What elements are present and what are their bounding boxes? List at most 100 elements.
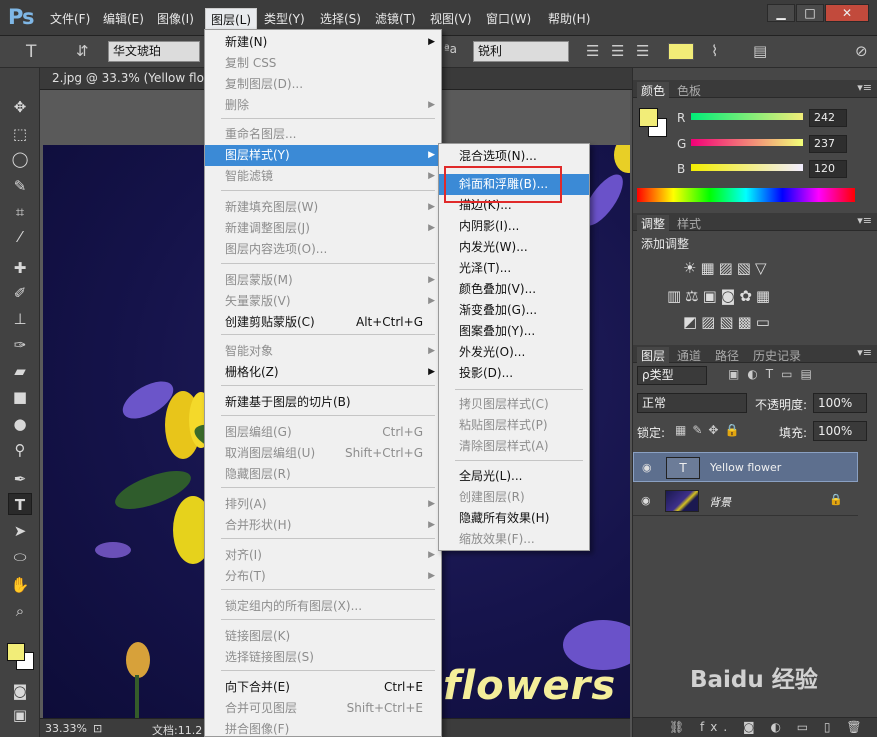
layer-menu-item-2[interactable]: 复制图层(D)... [205, 74, 441, 95]
tab-adjustments[interactable]: 调整 [637, 215, 670, 231]
align-center-icon[interactable]: ☰ [611, 42, 624, 60]
style-submenu-item-3[interactable]: 内阴影(I)... [439, 216, 589, 237]
style-submenu-item-11[interactable]: 拷贝图层样式(C) [439, 394, 589, 415]
healing-tool-icon[interactable]: ✚ [8, 257, 32, 279]
gradient-tool-icon[interactable]: ■ [8, 386, 32, 408]
tab-channels[interactable]: 通道 [673, 347, 705, 364]
text-orientation-icon[interactable]: ⇵ [76, 42, 89, 60]
layer-menu-item-8[interactable]: 新建调整图层(J) ▶ [205, 218, 441, 239]
quick-mask-icon[interactable]: ◙ [8, 680, 32, 702]
menu-edit[interactable]: 编辑(E) [98, 8, 149, 30]
layer-menu-item-21[interactable]: 对齐(I) ▶ [205, 545, 441, 566]
layer-menu-item-22[interactable]: 分布(T) ▶ [205, 566, 441, 587]
cancel-icon[interactable]: ⊘ [855, 42, 868, 60]
channel-b-slider[interactable] [691, 164, 803, 171]
text-color-swatch[interactable] [668, 43, 694, 60]
lasso-tool-icon[interactable]: ◯ [8, 148, 32, 170]
layer-menu-item-0[interactable]: 新建(N) ▶ [205, 32, 441, 53]
tab-paths[interactable]: 路径 [711, 347, 743, 364]
tab-history[interactable]: 历史记录 [749, 347, 805, 364]
blend-mode-select[interactable]: 正常 [637, 393, 747, 413]
layer-filter-select[interactable]: ρ类型 [637, 366, 707, 385]
layer-menu-item-11[interactable]: 矢量蒙版(V) ▶ [205, 291, 441, 312]
layer-menu-item-17[interactable]: 取消图层编组(U) Shift+Ctrl+G [205, 443, 441, 464]
menu-image[interactable]: 图像(I) [152, 8, 199, 30]
dodge-tool-icon[interactable]: ⚲ [8, 439, 32, 461]
layer-menu-item-28[interactable]: 拼合图像(F) [205, 719, 441, 737]
layer-menu-item-15[interactable]: 新建基于图层的切片(B) [205, 392, 441, 413]
style-submenu-item-8[interactable]: 图案叠加(Y)... [439, 321, 589, 342]
style-submenu-item-10[interactable]: 投影(D)... [439, 363, 589, 384]
export-icon[interactable]: ⊡ [93, 722, 102, 735]
style-submenu-item-15[interactable]: 创建图层(R) [439, 487, 589, 508]
layer-menu-item-12[interactable]: 创建剪贴蒙版(C) Alt+Ctrl+G [205, 312, 441, 333]
layers-footer-icons[interactable]: ⛓ fx. ◙ ◐ ▭ ▯ 🗑 [669, 720, 868, 734]
style-submenu-item-9[interactable]: 外发光(O)... [439, 342, 589, 363]
doc-info[interactable]: 文档:11.2 [152, 722, 202, 737]
style-submenu-item-4[interactable]: 内发光(W)... [439, 237, 589, 258]
style-submenu-item-6[interactable]: 颜色叠加(V)... [439, 279, 589, 300]
layer-menu-item-19[interactable]: 排列(A) ▶ [205, 494, 441, 515]
menu-file[interactable]: 文件(F) [45, 8, 95, 30]
tab-color[interactable]: 颜色 [637, 82, 670, 98]
quick-select-tool-icon[interactable]: ✎ [8, 175, 32, 197]
warp-text-icon[interactable]: ⌇ [711, 42, 718, 60]
layer-menu-item-26[interactable]: 向下合并(E) Ctrl+E [205, 677, 441, 698]
lock-icons[interactable]: ▦✎✥🔒 [675, 423, 745, 437]
type-tool-icon[interactable]: T [26, 42, 36, 62]
layer-menu-item-20[interactable]: 合并形状(H) ▶ [205, 515, 441, 536]
layer-menu-item-10[interactable]: 图层蒙版(M) ▶ [205, 270, 441, 291]
blur-tool-icon[interactable]: ● [8, 413, 32, 435]
color-fg-swatch[interactable] [639, 108, 658, 127]
layer-name[interactable]: 背景 [709, 494, 731, 510]
layer-menu-item-9[interactable]: 图层内容选项(O)... [205, 239, 441, 260]
channel-g-slider[interactable] [691, 139, 803, 146]
type-tool-icon[interactable]: T [8, 493, 32, 515]
channel-b-value[interactable]: 120 [809, 160, 847, 178]
layer-menu-item-6[interactable]: 智能滤镜 ▶ [205, 166, 441, 187]
zoom-level[interactable]: 33.33% [45, 722, 87, 735]
layer-row-background[interactable]: ◉ 背景 🔒 [633, 486, 858, 516]
layer-menu-item-1[interactable]: 复制 CSS [205, 53, 441, 74]
minimize-button[interactable]: ▁ [767, 4, 795, 22]
opacity-field[interactable]: 100% [813, 393, 867, 413]
layer-menu-item-4[interactable]: 重命名图层... [205, 124, 441, 145]
tab-layers[interactable]: 图层 [637, 347, 670, 363]
antialias-select[interactable]: 锐利 [473, 41, 569, 62]
fill-field[interactable]: 100% [813, 421, 867, 441]
layer-menu-item-24[interactable]: 链接图层(K) [205, 626, 441, 647]
menu-help[interactable]: 帮助(H) [543, 8, 595, 30]
history-brush-tool-icon[interactable]: ✑ [8, 334, 32, 356]
eyedropper-tool-icon[interactable]: ⁄ [8, 226, 32, 248]
layer-menu-item-5[interactable]: 图层样式(Y) ▶ [205, 145, 441, 166]
ellipse-tool-icon[interactable]: ⬭ [8, 546, 32, 568]
style-submenu-item-14[interactable]: 全局光(L)... [439, 466, 589, 487]
layer-menu-item-18[interactable]: 隐藏图层(R) [205, 464, 441, 485]
layer-menu-item-23[interactable]: 锁定组内的所有图层(X)... [205, 596, 441, 617]
font-family-select[interactable]: 华文琥珀 [108, 41, 200, 62]
menu-layer[interactable]: 图层(L) [205, 8, 258, 30]
visibility-eye-icon[interactable]: ◉ [641, 494, 651, 507]
layer-name[interactable]: Yellow flower [710, 461, 781, 474]
marquee-tool-icon[interactable]: ⬚ [8, 123, 32, 145]
panel-menu-icon[interactable]: ▾≡ [857, 81, 872, 94]
color-spectrum[interactable] [637, 188, 855, 202]
channel-r-slider[interactable] [691, 113, 803, 120]
menu-type[interactable]: 类型(Y) [259, 8, 310, 30]
hand-tool-icon[interactable]: ✋ [8, 574, 32, 596]
character-panel-icon[interactable]: ▤ [753, 42, 767, 60]
align-left-icon[interactable]: ☰ [586, 42, 599, 60]
adjust-row-2[interactable]: ▥⚖▣◙✿▦ [667, 287, 774, 305]
layer-menu-item-3[interactable]: 删除 ▶ [205, 95, 441, 116]
layer-menu-item-16[interactable]: 图层编组(G) Ctrl+G [205, 422, 441, 443]
close-button[interactable]: ✕ [825, 4, 869, 22]
brush-tool-icon[interactable]: ✐ [8, 282, 32, 304]
pen-tool-icon[interactable]: ✒ [8, 468, 32, 490]
stamp-tool-icon[interactable]: ⊥ [8, 308, 32, 330]
menu-select[interactable]: 选择(S) [315, 8, 366, 30]
layer-menu-item-13[interactable]: 智能对象 ▶ [205, 341, 441, 362]
eraser-tool-icon[interactable]: ▰ [8, 360, 32, 382]
style-submenu-item-5[interactable]: 光泽(T)... [439, 258, 589, 279]
layer-menu-item-25[interactable]: 选择链接图层(S) [205, 647, 441, 668]
tab-styles[interactable]: 样式 [673, 215, 705, 232]
